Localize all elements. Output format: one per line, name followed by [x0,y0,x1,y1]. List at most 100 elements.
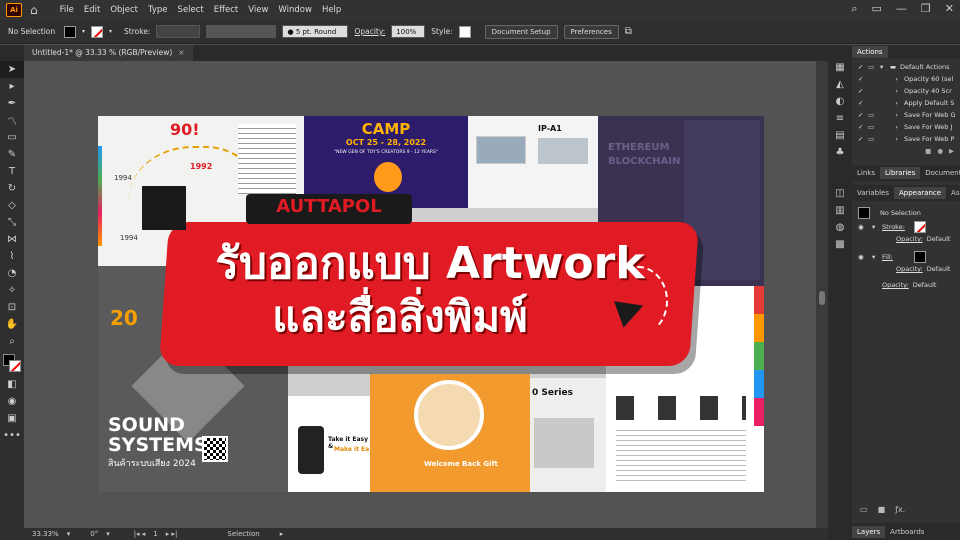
arrange-icon[interactable]: ⧉ [625,26,632,37]
type-tool-icon[interactable]: T [0,163,24,180]
menu-help[interactable]: Help [322,5,341,15]
rectangle-tool-icon[interactable]: ▭ [0,129,24,146]
action-item[interactable]: ✓ ▭ › Save For Web G [852,109,960,121]
workspace-icon[interactable]: ▭ [872,2,882,16]
tab-artboards[interactable]: Artboards [885,526,929,538]
transform-icon[interactable]: ◍ [828,219,852,236]
artboard-nav-next-icon[interactable]: ▸ ▸| [166,530,178,538]
add-fill-icon[interactable]: ■ [878,505,886,517]
appearance-fill-swatch[interactable] [914,251,926,263]
artboard[interactable]: 90! 1992 1994 1994 CAMP OCT 25 - 28, 202… [98,116,764,492]
symbol-sprayer-tool-icon[interactable]: ✧ [0,282,24,299]
chevron-down-icon[interactable]: ▾ [67,530,71,538]
rotate-view[interactable]: 0° [90,530,98,538]
fx-icon[interactable]: ƒx. [895,505,905,517]
eye-icon[interactable]: ◉ [858,223,872,231]
tab-actions[interactable]: Actions [852,46,888,58]
hand-tool-icon[interactable]: ✋ [0,316,24,333]
appearance-object-opacity-label[interactable]: Opacity: [882,281,909,289]
transparency-icon[interactable]: ◫ [828,185,852,202]
color-mode-icon[interactable]: ◧ [0,376,24,393]
color-icon[interactable]: ◐ [828,93,852,110]
close-icon[interactable]: ✕ [945,2,954,16]
action-item[interactable]: ✓ › Opacity 40 Scr [852,85,960,97]
selection-tool-icon[interactable]: ➤ [0,61,24,78]
menu-effect[interactable]: Effect [214,5,238,15]
play-icon[interactable]: ▶ [949,147,954,155]
action-item[interactable]: ✓ ▭ › Save For Web J [852,121,960,133]
action-item[interactable]: ✓ › Opacity 60 (sel [852,73,960,85]
menu-file[interactable]: File [60,5,74,15]
fill-swatch[interactable] [64,25,76,38]
add-stroke-icon[interactable]: ▭ [860,505,868,517]
vertical-scrollbar[interactable] [816,61,828,528]
fill-stroke-icon[interactable] [0,350,24,376]
brush-field[interactable]: ● 5 pt. Round [282,25,349,38]
rotate-tool-icon[interactable]: ↻ [0,180,24,197]
appearance-fill-label[interactable]: Fill: [882,253,914,261]
menu-view[interactable]: View [248,5,268,15]
home-icon[interactable]: ⌂ [30,3,38,17]
tab-layers[interactable]: Layers [852,525,886,538]
document-setup-button[interactable]: Document Setup [484,24,558,39]
scale-tool-icon[interactable]: ⤡ [0,214,24,231]
tab-document[interactable]: Document [920,167,960,179]
preferences-button[interactable]: Preferences [563,24,619,39]
appearance-stroke-label[interactable]: Stroke: [882,223,914,231]
scroll-thumb[interactable] [819,291,825,305]
record-icon[interactable]: ● [937,147,943,155]
stop-icon[interactable]: ■ [925,147,931,155]
screen-mode-icon[interactable]: ▣ [0,410,24,427]
action-set[interactable]: ✓ ▭ ▾ ▬ Default Actions [852,61,960,73]
stroke-icon[interactable]: ≡ [828,110,852,127]
action-item[interactable]: ✓ ▭ › Save For Web P [852,133,960,145]
paintbrush-tool-icon[interactable]: ✎ [0,146,24,163]
tab-links[interactable]: Links [852,167,880,179]
document-tab[interactable]: Untitled-1* @ 33.33 % (RGB/Preview) × [24,45,193,61]
menu-edit[interactable]: Edit [84,5,100,15]
stroke-swatch[interactable] [91,25,104,38]
appearance-opacity-label[interactable]: Opacity: [896,235,923,243]
minimize-icon[interactable]: — [896,2,907,16]
opacity-field[interactable]: 100% [391,25,426,38]
eraser-tool-icon[interactable]: ◇ [0,197,24,214]
opacity-label[interactable]: Opacity: [354,27,385,36]
chevron-down-icon[interactable]: ▾ [109,28,112,35]
restore-icon[interactable]: ❐ [921,2,931,16]
tab-appearance[interactable]: Appearance [894,187,947,199]
zoom-tool-icon[interactable]: ⌕ [0,333,24,350]
brushes-icon[interactable]: ◭ [828,76,852,93]
menu-select[interactable]: Select [178,5,204,15]
curvature-tool-icon[interactable]: 〽 [0,112,24,129]
tab-assets[interactable]: Asse [946,187,960,199]
eye-icon[interactable]: ◉ [858,253,872,261]
close-tab-icon[interactable]: × [178,48,184,57]
zoom-level[interactable]: 33.33% [32,530,59,538]
shape-builder-tool-icon[interactable]: ◔ [0,265,24,282]
align-icon[interactable]: ▩ [828,236,852,253]
graphic-styles-icon[interactable]: ▤ [828,127,852,144]
artboard-nav-prev-icon[interactable]: |◂ ◂ [134,530,146,538]
gradient-icon[interactable]: ▥ [828,202,852,219]
more-tools-icon[interactable]: ••• [0,427,24,444]
menu-object[interactable]: Object [110,5,138,15]
draw-mode-icon[interactable]: ◉ [0,393,24,410]
width-tool-icon[interactable]: ⋈ [0,231,24,248]
chevron-down-icon[interactable]: ▾ [106,530,110,538]
pen-tool-icon[interactable]: ✒ [0,95,24,112]
menu-window[interactable]: Window [278,5,312,15]
canvas[interactable]: 90! 1992 1994 1994 CAMP OCT 25 - 28, 202… [24,61,816,528]
tab-variables[interactable]: Variables [852,187,894,199]
action-item[interactable]: ✓ › Apply Default S [852,97,960,109]
eyedropper-tool-icon[interactable]: ⌇ [0,248,24,265]
chevron-down-icon[interactable]: ▾ [82,28,85,35]
search-icon[interactable]: ⌕ [851,2,857,16]
direct-selection-tool-icon[interactable]: ▸ [0,78,24,95]
stroke-weight-field[interactable] [156,25,201,38]
menu-type[interactable]: Type [148,5,168,15]
chevron-right-icon[interactable]: ▸ [280,530,284,538]
appearance-stroke-swatch[interactable] [914,221,926,233]
style-swatch[interactable] [458,25,471,38]
variable-width-field[interactable] [206,25,277,38]
artboard-number[interactable]: 1 [153,530,157,538]
